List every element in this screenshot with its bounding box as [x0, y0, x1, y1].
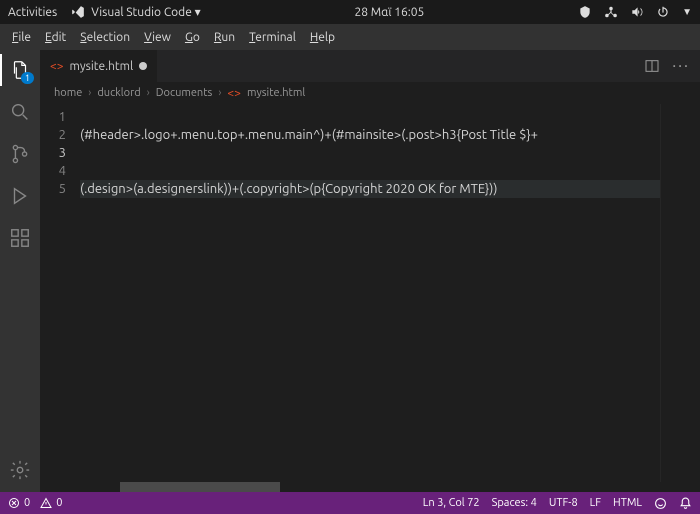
minimap[interactable]	[660, 104, 700, 482]
feedback-icon[interactable]	[654, 497, 667, 510]
status-spaces[interactable]: Spaces: 4	[492, 497, 537, 509]
status-errors[interactable]: 0	[8, 497, 30, 509]
status-eol[interactable]: LF	[590, 497, 601, 509]
html-file-icon: <>	[50, 60, 64, 73]
run-debug-icon[interactable]	[8, 184, 32, 208]
line-gutter: 12345	[40, 104, 80, 482]
status-lncol[interactable]: Ln 3, Col 72	[423, 497, 480, 509]
app-name: Visual Studio Code ▾	[91, 5, 200, 19]
code-line: (#header>.logo+.menu.top+.menu.main^)+(#…	[80, 126, 700, 144]
menu-help[interactable]: Help	[304, 28, 341, 47]
html-file-icon: <>	[227, 87, 241, 100]
error-icon	[8, 497, 20, 509]
editor-area: <> mysite.html ··· home › ducklord › Doc…	[40, 50, 700, 492]
breadcrumb-seg[interactable]: ducklord	[97, 87, 140, 99]
status-encoding[interactable]: UTF-8	[549, 497, 578, 509]
clock[interactable]: 28 Μαϊ 16:05	[201, 6, 578, 19]
power-icon[interactable]	[656, 5, 670, 19]
activity-bar: 1	[0, 50, 40, 492]
menu-selection[interactable]: Selection	[74, 28, 136, 47]
menu-view[interactable]: View	[138, 28, 177, 47]
breadcrumbs[interactable]: home › ducklord › Documents › <> mysite.…	[40, 82, 700, 104]
menu-terminal[interactable]: Terminal	[243, 28, 302, 47]
warning-icon	[40, 497, 52, 509]
chevron-right-icon: ›	[218, 87, 221, 99]
unsaved-dot-icon	[139, 62, 147, 70]
tab-label: mysite.html	[70, 60, 134, 73]
breadcrumb-seg[interactable]: home	[54, 87, 82, 99]
status-bar: 0 0 Ln 3, Col 72 Spaces: 4 UTF-8 LF HTML	[0, 492, 700, 514]
app-indicator[interactable]: Visual Studio Code ▾	[71, 5, 200, 19]
horizontal-scrollbar[interactable]	[40, 482, 700, 492]
volume-icon[interactable]	[630, 5, 644, 19]
code-editor[interactable]: 12345 (#header>.logo+.menu.top+.menu.mai…	[40, 104, 700, 482]
activities-button[interactable]: Activities	[8, 6, 57, 19]
explorer-icon[interactable]: 1	[8, 58, 32, 82]
scrollbar-thumb[interactable]	[120, 482, 280, 492]
chevron-right-icon: ›	[147, 87, 150, 99]
menu-bar: File Edit Selection View Go Run Terminal…	[0, 24, 700, 50]
more-actions-icon[interactable]: ···	[672, 57, 690, 75]
vscode-icon	[71, 5, 85, 19]
chevron-right-icon: ›	[88, 87, 91, 99]
shield-icon[interactable]	[578, 5, 592, 19]
code-content[interactable]: (#header>.logo+.menu.top+.menu.main^)+(#…	[80, 104, 700, 482]
status-warnings[interactable]: 0	[40, 497, 62, 509]
explorer-badge: 1	[21, 72, 34, 84]
settings-gear-icon[interactable]	[8, 458, 32, 482]
search-icon[interactable]	[8, 100, 32, 124]
menu-run[interactable]: Run	[208, 28, 241, 47]
source-control-icon[interactable]	[8, 142, 32, 166]
chevron-down-icon[interactable]: ▼	[682, 6, 692, 18]
split-editor-icon[interactable]	[644, 58, 660, 74]
code-line: (.design>(a.designerslink))+(.copyright>…	[80, 180, 700, 198]
menu-file[interactable]: File	[6, 28, 37, 47]
status-language[interactable]: HTML	[613, 497, 642, 509]
bell-icon[interactable]	[679, 497, 692, 510]
extensions-icon[interactable]	[8, 226, 32, 250]
network-icon[interactable]	[604, 5, 618, 19]
tab-bar: <> mysite.html ···	[40, 50, 700, 82]
breadcrumb-seg[interactable]: mysite.html	[247, 87, 305, 99]
menu-go[interactable]: Go	[179, 28, 206, 47]
breadcrumb-seg[interactable]: Documents	[156, 87, 213, 99]
tab-mysite[interactable]: <> mysite.html	[40, 50, 158, 82]
gnome-topbar: Activities Visual Studio Code ▾ 28 Μαϊ 1…	[0, 0, 700, 24]
menu-edit[interactable]: Edit	[39, 28, 72, 47]
